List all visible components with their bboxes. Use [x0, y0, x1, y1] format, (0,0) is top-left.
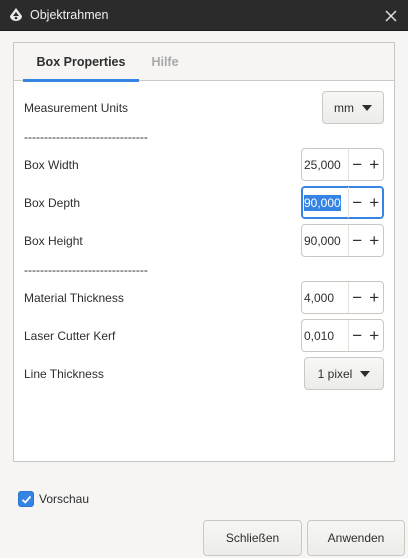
- box-width-increment-button[interactable]: +: [365, 149, 383, 180]
- separator-2: -------------------------------: [24, 263, 148, 277]
- preview-checkbox[interactable]: [18, 491, 34, 507]
- selected-text: 90,000: [304, 194, 341, 211]
- box-depth-decrement-button[interactable]: −: [347, 187, 366, 218]
- minus-icon: −: [352, 193, 363, 212]
- tab-box-properties[interactable]: Box Properties: [23, 43, 139, 82]
- material-thickness-label: Material Thickness: [24, 291, 124, 305]
- kerf-decrement-button[interactable]: −: [347, 320, 366, 351]
- box-height-decrement-button[interactable]: −: [347, 225, 366, 256]
- kerf-label: Laser Cutter Kerf: [24, 329, 116, 343]
- box-height-spinbutton: 90,000 − +: [301, 224, 384, 257]
- separator-1: -------------------------------: [24, 130, 148, 144]
- units-dropdown[interactable]: mm: [322, 91, 384, 124]
- box-height-label: Box Height: [24, 234, 83, 248]
- title-bar: Objektrahmen: [0, 0, 408, 31]
- box-width-decrement-button[interactable]: −: [347, 149, 366, 180]
- plus-icon: +: [369, 155, 380, 174]
- plus-icon: +: [369, 193, 380, 212]
- kerf-spinbutton: 0,010 − +: [301, 319, 384, 352]
- box-depth-spinbutton: 90,000 − +: [301, 186, 384, 219]
- units-label: Measurement Units: [24, 101, 129, 115]
- window-close-button[interactable]: [374, 0, 408, 31]
- units-value: mm: [334, 100, 354, 115]
- box-depth-input[interactable]: 90,000: [302, 187, 348, 218]
- box-height-increment-button[interactable]: +: [365, 225, 383, 256]
- minus-icon: −: [352, 231, 363, 250]
- minus-icon: −: [352, 155, 363, 174]
- line-thickness-label: Line Thickness: [24, 367, 104, 381]
- minus-icon: −: [352, 288, 363, 307]
- box-depth-label: Box Depth: [24, 196, 81, 210]
- checkmark-icon: [21, 495, 31, 504]
- tab-hilfe[interactable]: Hilfe: [139, 43, 191, 81]
- notebook-frame: Box Properties Hilfe Measurement Units m…: [13, 42, 395, 462]
- inkscape-icon: [10, 8, 22, 21]
- chevron-down-icon: [362, 104, 372, 111]
- preview-toggle[interactable]: Vorschau: [18, 491, 89, 507]
- close-icon: [385, 10, 397, 21]
- tab-bar: Box Properties Hilfe: [14, 43, 394, 82]
- line-thickness-value: 1 pixel: [317, 366, 353, 381]
- box-width-spinbutton: 25,000 − +: [301, 148, 384, 181]
- box-width-input[interactable]: 25,000: [302, 149, 348, 180]
- window-title: Objektrahmen: [30, 8, 109, 22]
- chevron-down-icon: [360, 370, 371, 377]
- close-button[interactable]: Schließen: [203, 520, 302, 556]
- minus-icon: −: [352, 326, 363, 345]
- kerf-input[interactable]: 0,010: [302, 320, 348, 351]
- preview-label: Vorschau: [39, 492, 90, 506]
- box-depth-increment-button[interactable]: +: [365, 187, 383, 218]
- box-width-label: Box Width: [24, 158, 79, 172]
- apply-button[interactable]: Anwenden: [307, 520, 405, 556]
- material-thickness-decrement-button[interactable]: −: [347, 282, 366, 313]
- material-thickness-input[interactable]: 4,000: [302, 282, 348, 313]
- plus-icon: +: [369, 326, 380, 345]
- kerf-increment-button[interactable]: +: [365, 320, 383, 351]
- material-thickness-increment-button[interactable]: +: [365, 282, 383, 313]
- line-thickness-dropdown[interactable]: 1 pixel: [304, 357, 384, 390]
- material-thickness-spinbutton: 4,000 − +: [301, 281, 384, 314]
- plus-icon: +: [369, 288, 380, 307]
- box-height-input[interactable]: 90,000: [302, 225, 348, 256]
- plus-icon: +: [369, 231, 380, 250]
